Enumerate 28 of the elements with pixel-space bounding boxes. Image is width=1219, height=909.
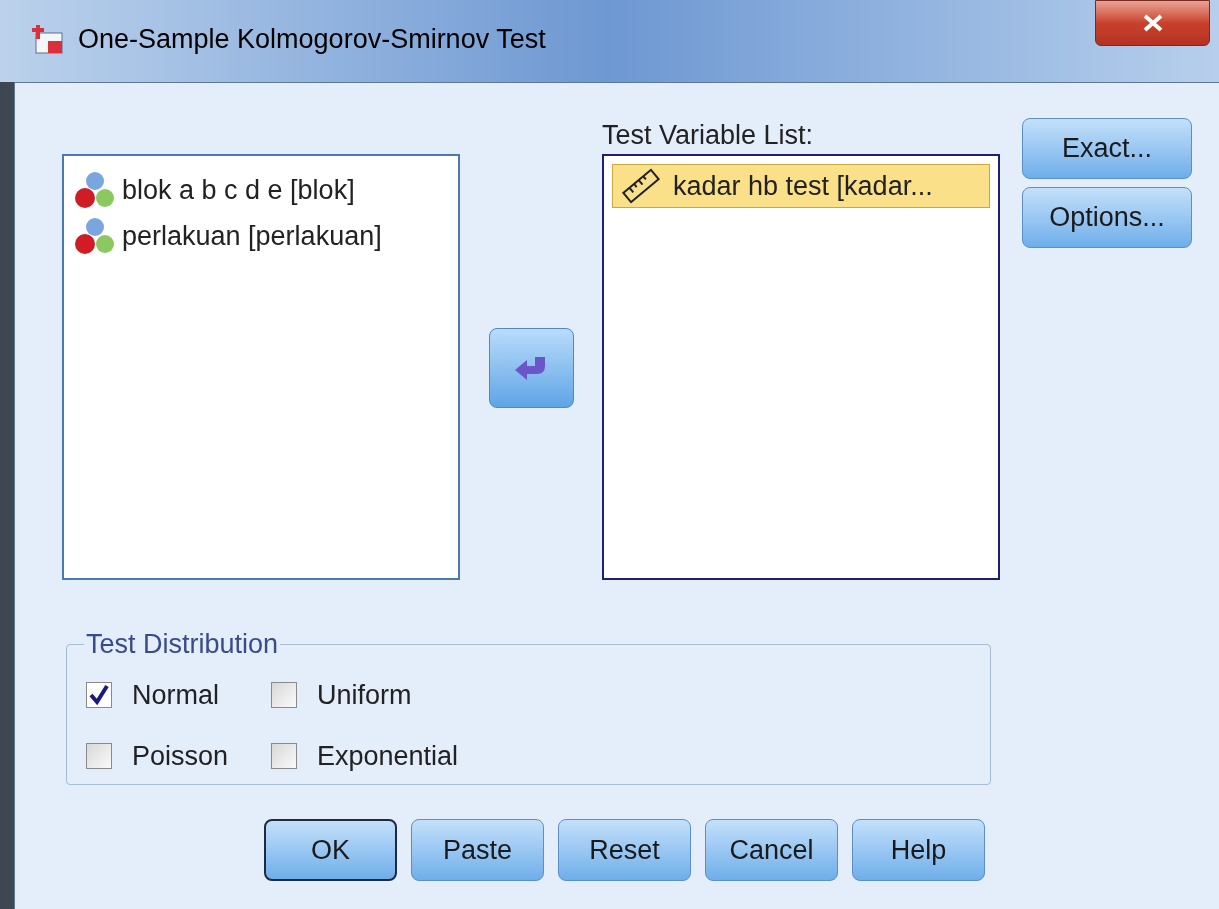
side-button[interactable]: Options... <box>1022 187 1192 248</box>
dialog-button[interactable]: Cancel <box>705 819 838 881</box>
side-button[interactable]: Exact... <box>1022 118 1192 179</box>
list-item[interactable]: blok a b c d e [blok] <box>74 170 359 210</box>
checkbox-label[interactable]: Poisson <box>132 735 229 776</box>
app-icon <box>30 23 66 55</box>
checkbox[interactable] <box>86 742 112 769</box>
list-item[interactable]: perlakuan [perlakuan] <box>74 216 386 256</box>
move-button[interactable] <box>488 328 574 408</box>
dialog-button[interactable]: Paste <box>411 819 544 881</box>
window-title: One-Sample Kolmogorov-Smirnov Test <box>78 22 546 56</box>
nominal-variable-icon <box>74 171 114 209</box>
dialog-button[interactable]: OK <box>264 819 397 881</box>
close-icon <box>1141 14 1164 32</box>
source-variable-list[interactable]: blok a b c d e [blok] perlakuan [perlakuan] <box>62 154 460 580</box>
checkbox-label[interactable]: Exponential <box>317 735 459 776</box>
checkbox[interactable] <box>271 742 297 769</box>
checkbox-label[interactable]: Normal <box>132 675 219 716</box>
list-item[interactable]: kadar hb test [kadar... <box>612 164 990 208</box>
dialog-button[interactable]: Reset <box>558 819 691 881</box>
checkbox[interactable] <box>271 682 297 709</box>
checkbox-label[interactable]: Uniform <box>317 675 412 716</box>
dialog-button[interactable]: Help <box>852 819 985 881</box>
checkbox[interactable] <box>86 682 112 709</box>
nominal-variable-icon <box>74 217 114 255</box>
list-label: Test Variable List: <box>602 119 815 152</box>
test-variable-list[interactable]: kadar hb test [kadar... <box>602 154 1000 580</box>
close-button[interactable] <box>1095 0 1210 46</box>
